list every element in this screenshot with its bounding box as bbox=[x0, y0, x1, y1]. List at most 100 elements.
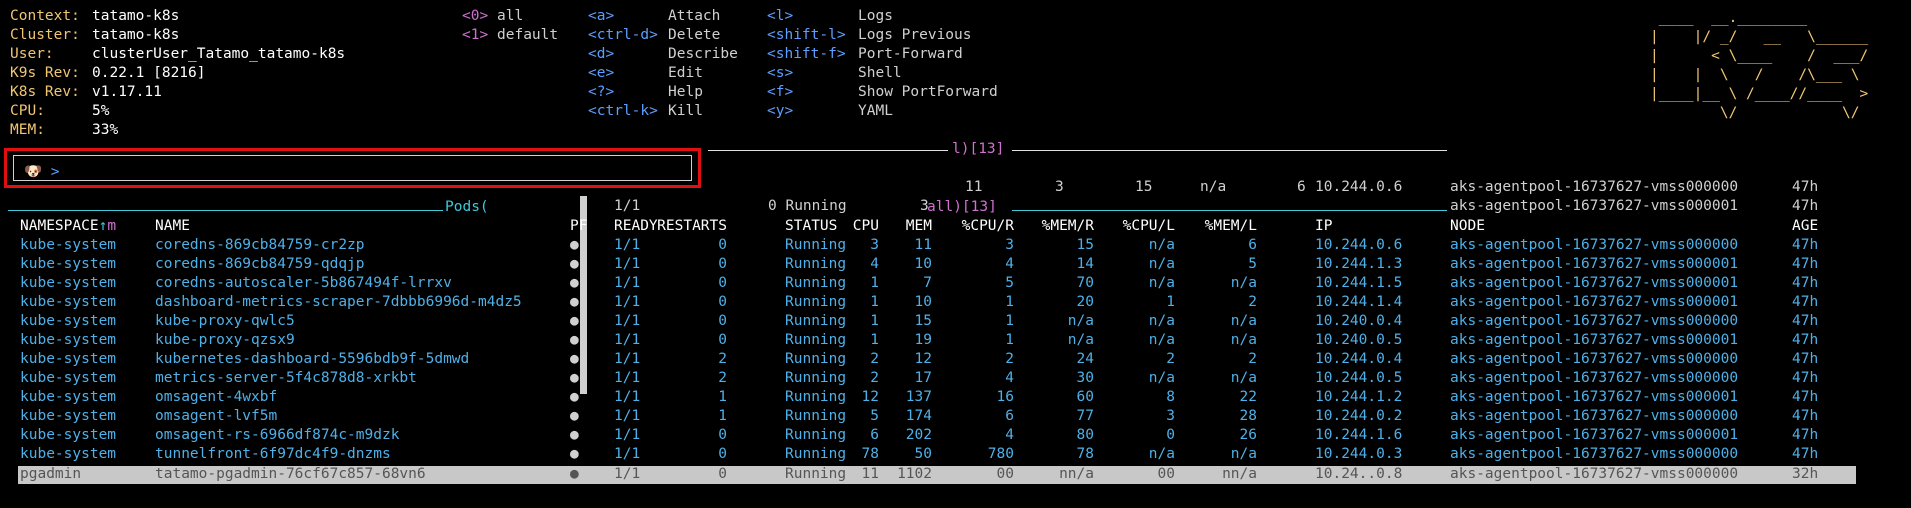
cell-age: 47h bbox=[1792, 446, 1819, 462]
cell-mem: 137 bbox=[905, 389, 932, 405]
cell-restarts: 1 bbox=[718, 389, 727, 405]
cell-cpu-r: %CPU/R bbox=[961, 218, 1014, 234]
cell-age: AGE bbox=[1792, 218, 1819, 234]
table-row[interactable]: kube-system omsagent-4wxbf ● 1/1 1 Running 12 1… bbox=[0, 388, 1860, 407]
hotkey-key[interactable]: <d> bbox=[588, 45, 614, 64]
cell-age: 47h bbox=[1792, 427, 1819, 443]
cell-ready: 1/1 bbox=[614, 408, 641, 424]
table-header[interactable]: NAMESPACE↑m NAME PF READY RESTARTS STATUS CPU M… bbox=[0, 217, 1860, 236]
table-row[interactable]: kube-system dashboard-metrics-scraper-7db… bbox=[0, 293, 1860, 312]
cell-mem: 202 bbox=[905, 427, 932, 443]
cell-name: omsagent-4wxbf bbox=[155, 389, 278, 405]
cell-pf: ● bbox=[570, 313, 579, 329]
cell-status: STATUS bbox=[785, 218, 838, 234]
cell-cpu-r: 2 bbox=[1005, 351, 1014, 367]
cell-cpu-r: 1 bbox=[1005, 332, 1014, 348]
cell-ready: READY bbox=[614, 218, 658, 234]
table-row[interactable]: kube-system metrics-server-5f4c878d8-xrkb… bbox=[0, 369, 1860, 388]
cell-restarts: 2 bbox=[718, 370, 727, 386]
cell-status: Running bbox=[785, 275, 847, 291]
pods-title-tail: all)[13] bbox=[927, 199, 997, 215]
hotkey-label[interactable]: Edit bbox=[668, 64, 703, 83]
cell-status: Running bbox=[785, 351, 847, 367]
cell-mem: MEM bbox=[905, 218, 932, 234]
table-row[interactable]: kube-system tunnelfront-6f97dc4f9-dnzms ● 1… bbox=[0, 445, 1860, 464]
table-row[interactable]: kube-system coredns-autoscaler-5b867494f-… bbox=[0, 274, 1860, 293]
cell-mem-l: 26 bbox=[1239, 427, 1257, 443]
hotkey-label[interactable]: Kill bbox=[668, 102, 703, 121]
info-label: K8s Rev: bbox=[10, 84, 80, 100]
hotkey-label[interactable]: YAML bbox=[858, 102, 893, 121]
hotkey-label[interactable]: Shell bbox=[858, 64, 902, 83]
table-row[interactable]: kube-system omsagent-lvf5m ● 1/1 1 Running 5 17… bbox=[0, 407, 1860, 426]
table-row[interactable]: kube-system coredns-869cb84759-qdqjp ● 1/1 0… bbox=[0, 255, 1860, 274]
namespace-key[interactable]: <0> bbox=[462, 7, 488, 26]
cell-status: Running bbox=[785, 237, 847, 253]
hotkey-key[interactable]: <ctrl-k> bbox=[588, 102, 658, 121]
info-label: Cluster: bbox=[10, 27, 80, 43]
cell-namespace: kube-system bbox=[20, 294, 117, 310]
cell-mem-r: 70 bbox=[1076, 275, 1094, 291]
cell-namespace: pgadmin bbox=[20, 466, 82, 482]
table-row[interactable]: kube-system omsagent-rs-6966df874c-m9dzk ●… bbox=[0, 426, 1860, 445]
hotkey-label[interactable]: Describe bbox=[668, 45, 738, 64]
hotkey-label[interactable]: Help bbox=[668, 83, 703, 102]
cell-pf: ● bbox=[570, 446, 579, 462]
cell-pf: ● bbox=[570, 427, 579, 443]
cell-ip: 10.244.1.6 bbox=[1315, 427, 1403, 443]
cell-age: 47h bbox=[1792, 351, 1819, 367]
cell-cpu: 78 bbox=[861, 446, 879, 462]
hotkey-key[interactable]: <?> bbox=[588, 83, 614, 102]
command-input[interactable]: 🐶 > bbox=[13, 155, 692, 181]
cell-mem: 17 bbox=[914, 370, 932, 386]
cell-node: aks-agentpool-16737627-vmss000001 bbox=[1450, 389, 1739, 405]
cell-node: aks-agentpool-16737627-vmss000001 bbox=[1450, 427, 1739, 443]
namespace-label[interactable]: all bbox=[497, 7, 523, 26]
info-value: tatamo-k8s bbox=[92, 27, 180, 43]
hotkey-label[interactable]: Delete bbox=[668, 26, 720, 45]
cell-cpu-r: 4 bbox=[1005, 256, 1014, 272]
cell-mem-r: 80 bbox=[1076, 427, 1094, 443]
table-row[interactable]: kube-system kube-proxy-qwlc5 ● 1/1 0 Running 1… bbox=[0, 312, 1860, 331]
command-prompt-box[interactable]: 🐶 > bbox=[4, 148, 701, 188]
cell-cpu-l: 0 bbox=[1166, 427, 1175, 443]
cell-cpu-l: n/a bbox=[1148, 313, 1175, 329]
selected-table-row[interactable]: pgadmin tatamo-pgadmin-76cf67c857-68vn6 ● 1… bbox=[0, 465, 1860, 484]
hotkey-key[interactable]: <a> bbox=[588, 7, 614, 26]
hotkey-key[interactable]: <e> bbox=[588, 64, 614, 83]
cell-cpu-l: 3 bbox=[1166, 408, 1175, 424]
cell-namespace: kube-system bbox=[20, 370, 117, 386]
hotkey-key[interactable]: <shift-l> bbox=[767, 26, 846, 45]
cell-age: 47h bbox=[1792, 237, 1819, 253]
hotkey-label[interactable]: Logs Previous bbox=[858, 26, 972, 45]
cell-ready: 1/1 bbox=[614, 351, 641, 367]
hotkey-key[interactable]: <f> bbox=[767, 83, 793, 102]
cell-ready: 1/1 bbox=[614, 370, 641, 386]
table-row[interactable]: kube-system kube-proxy-qzsx9 ● 1/1 0 Running 1… bbox=[0, 331, 1860, 350]
cell-mem: 12 bbox=[914, 351, 932, 367]
cell-cpu: 1 bbox=[870, 275, 879, 291]
cell-namespace: kube-system bbox=[20, 351, 117, 367]
hotkey-key[interactable]: <ctrl-d> bbox=[588, 26, 658, 45]
table-row[interactable]: kube-system coredns-869cb84759-cr2zp ● 1/1 0… bbox=[0, 236, 1860, 255]
background-view-title: l)[13] bbox=[952, 141, 1005, 157]
hotkey-label[interactable]: Attach bbox=[668, 7, 720, 26]
namespace-label[interactable]: default bbox=[497, 26, 558, 45]
hotkey-label[interactable]: Show PortForward bbox=[858, 83, 998, 102]
hotkey-key[interactable]: <y> bbox=[767, 102, 793, 121]
cell-cpu: 2 bbox=[870, 370, 879, 386]
cell-namespace: kube-system bbox=[20, 389, 117, 405]
hotkey-label[interactable]: Logs bbox=[858, 7, 893, 26]
hotkey-key[interactable]: <shift-f> bbox=[767, 45, 846, 64]
hotkey-label[interactable]: Port-Forward bbox=[858, 45, 963, 64]
cell-age: 47h bbox=[1792, 256, 1819, 272]
namespace-key[interactable]: <1> bbox=[462, 26, 488, 45]
hotkey-key[interactable]: <l> bbox=[767, 7, 793, 26]
cell-cpu-r: 6 bbox=[1005, 408, 1014, 424]
hotkey-key[interactable]: <s> bbox=[767, 64, 793, 83]
table-row[interactable]: kube-system kubernetes-dashboard-5596bdb9… bbox=[0, 350, 1860, 369]
cell-ip: 10.244.1.4 bbox=[1315, 294, 1403, 310]
cell-mem-r: 60 bbox=[1076, 389, 1094, 405]
cell-ready: 1/1 bbox=[614, 446, 641, 462]
cell-node: NODE bbox=[1450, 218, 1485, 234]
